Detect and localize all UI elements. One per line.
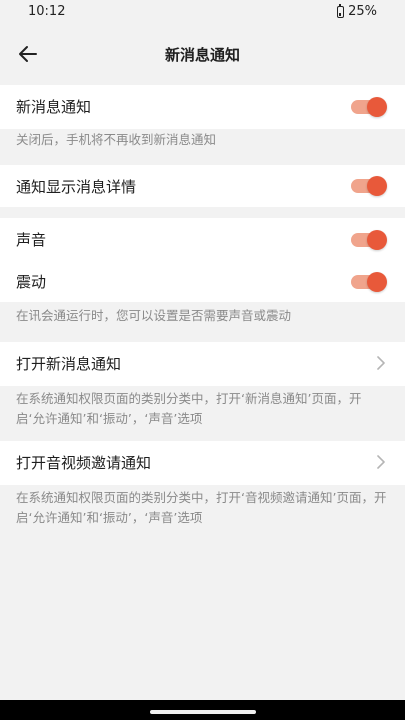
battery-status: 25% xyxy=(337,3,377,19)
toggle-knob xyxy=(367,230,387,250)
sound-toggle[interactable] xyxy=(351,230,387,250)
vibrate-hint: 在讯会通运行时，您可以设置是否需要声音或震动 xyxy=(16,308,292,323)
open-av-invite-hint: 在系统通知权限页面的类别分类中，打开‘音视频邀请通知’页面，开启‘允许通知’和‘… xyxy=(16,490,387,525)
toggle-knob xyxy=(367,97,387,117)
sound-label: 声音 xyxy=(16,231,47,249)
vibrate-label: 震动 xyxy=(16,273,47,291)
open-av-invite-card[interactable]: 打开音视频邀请通知 xyxy=(0,441,405,485)
battery-level: 25% xyxy=(348,4,377,19)
sound-vibrate-card: 声音 震动 xyxy=(0,218,405,302)
vibrate-toggle[interactable] xyxy=(351,272,387,292)
new-message-row: 新消息通知 xyxy=(0,85,405,127)
show-detail-card: 通知显示消息详情 xyxy=(0,165,405,207)
home-indicator[interactable] xyxy=(150,710,256,714)
show-detail-row: 通知显示消息详情 xyxy=(0,165,405,207)
chevron-right-icon xyxy=(377,356,385,370)
page-title: 新消息通知 xyxy=(164,46,240,64)
new-message-card: 新消息通知 xyxy=(0,85,405,129)
open-new-message-hint: 在系统通知权限页面的类别分类中，打开‘新消息通知’页面，开启‘允许通知’和‘振动… xyxy=(16,391,362,426)
open-av-invite-row[interactable]: 打开音视频邀请通知 xyxy=(0,441,405,483)
vibrate-row: 震动 xyxy=(0,260,405,302)
new-message-hint: 关闭后，手机将不再收到新消息通知 xyxy=(16,132,217,147)
sound-row: 声音 xyxy=(0,218,405,260)
open-av-invite-label: 打开音视频邀请通知 xyxy=(16,454,152,472)
app-header: 新消息通知 xyxy=(0,26,405,82)
open-new-message-label: 打开新消息通知 xyxy=(16,355,122,373)
show-detail-toggle[interactable] xyxy=(351,176,387,196)
open-new-message-row[interactable]: 打开新消息通知 xyxy=(0,342,405,384)
toggle-knob xyxy=(367,272,387,292)
status-bar: 10:12 25% xyxy=(0,0,405,26)
new-message-toggle[interactable] xyxy=(351,97,387,117)
system-nav-bar xyxy=(0,700,405,720)
toggle-knob xyxy=(367,176,387,196)
battery-icon xyxy=(337,3,345,18)
new-message-label: 新消息通知 xyxy=(16,98,92,116)
open-new-message-card[interactable]: 打开新消息通知 xyxy=(0,342,405,386)
status-time: 10:12 xyxy=(28,4,66,19)
show-detail-label: 通知显示消息详情 xyxy=(16,178,137,196)
chevron-right-icon xyxy=(377,455,385,469)
